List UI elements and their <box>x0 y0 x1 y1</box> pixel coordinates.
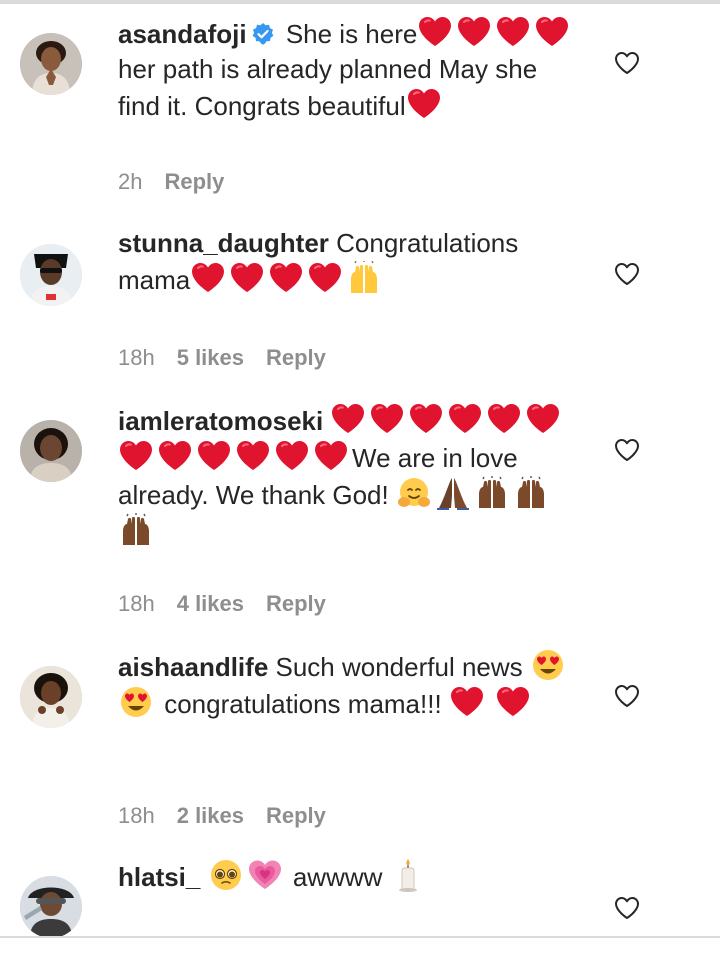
comment-meta: 2h Reply <box>118 169 246 195</box>
red-heart-emoji <box>417 15 453 48</box>
avatar[interactable] <box>20 33 82 95</box>
like-heart-icon[interactable] <box>614 438 640 462</box>
avatar[interactable] <box>20 666 82 728</box>
comment-time: 2h <box>118 169 143 194</box>
comment-time: 18h <box>118 345 155 370</box>
red-heart-emoji <box>229 261 265 294</box>
verified-badge-icon <box>251 22 275 46</box>
comment-meta: 18h 2 likes Reply <box>118 803 348 829</box>
comment-meta: 18h 4 likes Reply <box>118 591 348 617</box>
avatar-image <box>20 420 82 482</box>
avatar[interactable] <box>20 244 82 306</box>
red-heart-emoji <box>369 402 405 435</box>
red-heart-emoji <box>190 261 226 294</box>
like-heart-icon[interactable] <box>614 262 640 286</box>
raised-hands-emoji <box>474 476 510 510</box>
red-heart-emoji <box>495 685 531 718</box>
comment-meta: 18h 5 likes Reply <box>118 345 348 371</box>
top-divider <box>0 0 720 4</box>
avatar[interactable] <box>20 876 82 938</box>
heart-eyes-emoji <box>530 648 566 682</box>
likes-count[interactable]: 4 likes <box>177 591 244 616</box>
comment-username[interactable]: stunna_daughter <box>118 228 329 258</box>
reply-button[interactable]: Reply <box>266 803 326 828</box>
avatar-image <box>20 33 82 95</box>
avatar-image <box>20 244 82 306</box>
red-heart-emoji <box>157 439 193 472</box>
avatar-image <box>20 666 82 728</box>
red-heart-emoji <box>449 685 485 718</box>
bottom-divider <box>0 936 720 938</box>
red-heart-emoji <box>456 15 492 48</box>
comment-body: iamleratomoseki We are in love already. … <box>118 402 586 550</box>
reply-button[interactable]: Reply <box>266 591 326 616</box>
red-heart-emoji <box>118 439 154 472</box>
comment-text: congratulations mama!!! <box>157 689 449 719</box>
red-heart-emoji <box>525 402 561 435</box>
raised-hands-emoji <box>346 261 382 295</box>
likes-count[interactable]: 2 likes <box>177 803 244 828</box>
comment-body: asandafoji She is here her path is alrea… <box>118 15 586 124</box>
red-heart-emoji <box>495 15 531 48</box>
comment-body: stunna_daughter Congratulations mama <box>118 226 586 298</box>
like-heart-icon[interactable] <box>614 684 640 708</box>
avatar-image <box>20 876 82 938</box>
red-heart-emoji <box>235 439 271 472</box>
growing-heart-emoji <box>247 858 283 892</box>
avatar[interactable] <box>20 420 82 482</box>
raised-hands-emoji <box>118 513 154 547</box>
comment-text: awwww <box>285 862 390 892</box>
comment-username[interactable]: hlatsi_ <box>118 862 200 892</box>
comment-text: She is here <box>278 19 418 49</box>
red-heart-emoji <box>406 87 442 120</box>
red-heart-emoji <box>486 402 522 435</box>
red-heart-emoji <box>268 261 304 294</box>
likes-count[interactable]: 5 likes <box>177 345 244 370</box>
hugging-face-emoji <box>396 476 432 510</box>
comment-username[interactable]: iamleratomoseki <box>118 406 323 436</box>
candle-emoji <box>390 858 426 892</box>
comment-text: her path is already planned May she find… <box>118 54 538 121</box>
raised-hands-emoji <box>513 476 549 510</box>
red-heart-emoji <box>330 402 366 435</box>
red-heart-emoji <box>274 439 310 472</box>
red-heart-emoji <box>313 439 349 472</box>
comment-time: 18h <box>118 803 155 828</box>
red-heart-emoji <box>307 261 343 294</box>
comment-body: hlatsi_ awwww <box>118 858 586 895</box>
reply-button[interactable]: Reply <box>266 345 326 370</box>
comment-username[interactable]: aishaandlife <box>118 652 268 682</box>
comment-time: 18h <box>118 591 155 616</box>
comment-username[interactable]: asandafoji <box>118 19 247 49</box>
red-heart-emoji <box>196 439 232 472</box>
like-heart-icon[interactable] <box>614 896 640 920</box>
red-heart-emoji <box>447 402 483 435</box>
red-heart-emoji <box>408 402 444 435</box>
reply-button[interactable]: Reply <box>164 169 224 194</box>
red-heart-emoji <box>534 15 570 48</box>
heart-eyes-emoji <box>118 685 154 719</box>
comment-text: Such wonderful news <box>268 652 523 682</box>
like-heart-icon[interactable] <box>614 51 640 75</box>
folded-hands-emoji <box>435 476 471 510</box>
pleading-face-emoji <box>208 858 244 892</box>
comment-body: aishaandlife Such wonderful news congrat… <box>118 648 586 722</box>
